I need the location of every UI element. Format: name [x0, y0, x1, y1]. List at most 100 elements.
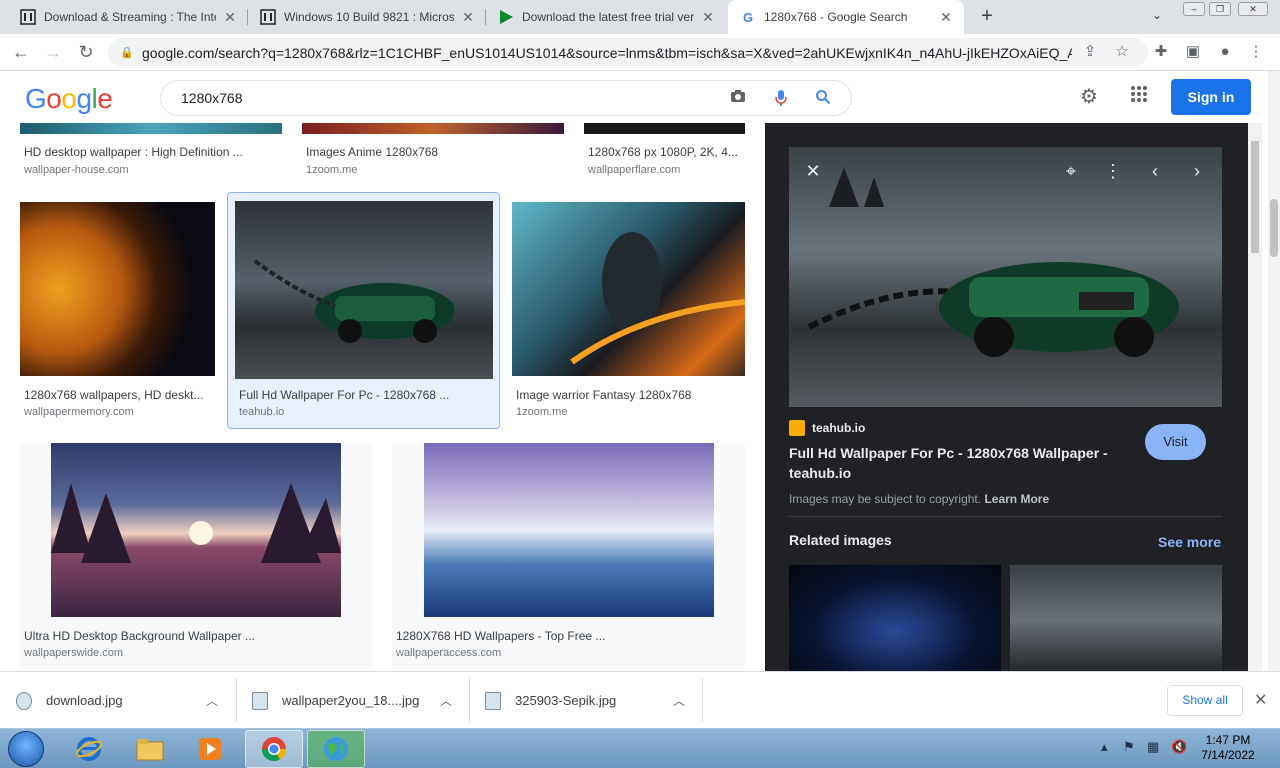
chevron-up-icon[interactable]: ︿ — [673, 692, 685, 709]
result-card[interactable]: 1280X768 HD Wallpapers - Top Free ... wa… — [392, 443, 745, 668]
settings-gear-icon[interactable]: ⚙ — [1077, 85, 1101, 109]
apps-grid-icon[interactable] — [1127, 85, 1151, 109]
result-card[interactable]: Image warrior Fantasy 1280x768 1zoom.me — [512, 202, 745, 427]
minimize-icon[interactable]: – — [1183, 2, 1205, 16]
download-item[interactable]: wallpaper2you_18....jpg ︿ — [252, 672, 468, 729]
show-hidden-icons[interactable]: ▴ — [1101, 739, 1108, 755]
site-favicon-icon — [789, 420, 805, 436]
scrollbar-thumb[interactable] — [1251, 141, 1259, 253]
file-explorer-icon[interactable] — [121, 730, 179, 768]
tab-search-icon[interactable]: ⌄ — [1152, 8, 1162, 22]
search-box[interactable]: 1280x768 — [160, 80, 852, 116]
file-icon — [252, 691, 268, 710]
reload-icon[interactable]: ↻ — [74, 41, 98, 65]
bookmark-star-icon[interactable]: ☆ — [1112, 42, 1132, 62]
visit-button[interactable]: Visit — [1145, 424, 1206, 460]
browser-toolbar: ← → ↻ 🔒 google.com/search?q=1280x768&rlz… — [0, 34, 1280, 71]
image-preview-panel: ✕ ⌖ ⋮ ‹ › teahub.io Full Hd Wallpaper Fo… — [765, 123, 1248, 671]
microphone-icon[interactable] — [771, 89, 791, 109]
close-tab-icon[interactable]: ✕ — [938, 9, 954, 26]
system-clock[interactable]: 1:47 PM 7/14/2022 — [1196, 733, 1260, 763]
divider — [236, 678, 237, 722]
internet-explorer-icon[interactable] — [60, 730, 118, 768]
result-card[interactable]: HD desktop wallpaper : High Definition .… — [20, 123, 282, 183]
chevron-up-icon[interactable]: ︿ — [440, 692, 452, 709]
related-images-heading: Related images — [789, 532, 892, 548]
close-tab-icon[interactable]: ✕ — [222, 9, 238, 26]
result-thumbnail[interactable] — [51, 443, 341, 617]
lock-icon: 🔒 — [120, 47, 134, 59]
tab-google-search[interactable]: G 1280x768 - Google Search ✕ — [728, 0, 964, 34]
result-thumbnail[interactable] — [512, 202, 745, 376]
close-tab-icon[interactable]: ✕ — [700, 9, 716, 26]
file-icon — [485, 691, 501, 710]
previous-icon[interactable]: ‹ — [1141, 157, 1169, 185]
result-thumbnail[interactable] — [302, 123, 564, 134]
visual-search-icon[interactable]: ⌖ — [1057, 157, 1085, 185]
related-image[interactable] — [1010, 565, 1222, 671]
preview-image[interactable] — [789, 147, 1222, 407]
copyright-notice: Images may be subject to copyright. Lear… — [789, 492, 1050, 506]
extensions-icon[interactable]: ✚ — [1151, 42, 1171, 62]
close-tab-icon[interactable]: ✕ — [460, 9, 476, 26]
globe-app-icon[interactable] — [307, 730, 365, 768]
back-icon[interactable]: ← — [9, 41, 33, 65]
see-more-link[interactable]: See more — [1158, 534, 1221, 550]
sign-in-button[interactable]: Sign in — [1171, 79, 1251, 115]
result-thumbnail[interactable] — [235, 201, 493, 379]
action-center-flag-icon[interactable]: ⚑ — [1123, 739, 1135, 755]
result-card[interactable]: 1280x768 wallpapers, HD deskt... wallpap… — [20, 202, 215, 427]
tab-download-trial[interactable]: Download the latest free trial ver ✕ — [486, 0, 726, 34]
download-item[interactable]: 325903-Sepik.jpg ︿ — [485, 672, 701, 729]
result-card-selected[interactable]: Full Hd Wallpaper For Pc - 1280x768 ... … — [227, 192, 500, 429]
media-player-icon[interactable] — [181, 730, 239, 768]
close-preview-icon[interactable]: ✕ — [799, 157, 827, 185]
forward-icon[interactable]: → — [41, 41, 65, 65]
result-card[interactable]: Ultra HD Desktop Background Wallpaper ..… — [20, 443, 372, 668]
archive-icon — [260, 9, 276, 25]
result-card[interactable]: 1280x768 px 1080P, 2K, 4... wallpaperfla… — [584, 123, 745, 183]
result-thumbnail[interactable] — [584, 123, 745, 134]
google-logo[interactable]: Google — [25, 83, 113, 115]
chrome-icon[interactable] — [245, 730, 303, 768]
close-downloads-icon[interactable]: ✕ — [1254, 690, 1267, 710]
play-icon — [498, 9, 514, 25]
preview-scrollbar[interactable] — [1248, 123, 1262, 671]
related-image[interactable] — [789, 565, 1001, 671]
tab-archive[interactable]: Download & Streaming : The Inte ✕ — [8, 0, 248, 34]
side-panel-icon[interactable]: ▣ — [1183, 42, 1203, 62]
maximize-icon[interactable]: ❐ — [1209, 2, 1231, 16]
network-icon[interactable]: ▦ — [1147, 739, 1159, 755]
menu-dots-icon[interactable]: ⋮ — [1246, 42, 1266, 62]
camera-icon[interactable] — [728, 89, 748, 109]
show-all-button[interactable]: Show all — [1167, 685, 1243, 716]
start-button-icon[interactable] — [8, 731, 44, 767]
file-icon — [16, 691, 32, 710]
address-bar[interactable]: 🔒 google.com/search?q=1280x768&rlz=1C1CH… — [108, 38, 1148, 67]
search-icon[interactable] — [813, 89, 833, 109]
page-scrollbar[interactable] — [1268, 71, 1280, 671]
downloads-bar: download.jpg ︿ wallpaper2you_18....jpg ︿… — [0, 671, 1280, 728]
windows-taskbar: ▴ ⚑ ▦ 🔇 1:47 PM 7/14/2022 — [0, 728, 1280, 768]
close-window-icon[interactable]: ✕ — [1238, 2, 1268, 16]
download-item[interactable]: download.jpg ︿ — [16, 672, 236, 729]
image-results-grid: HD desktop wallpaper : High Definition .… — [0, 123, 765, 671]
new-tab-button[interactable]: + — [976, 6, 998, 28]
preview-title[interactable]: Full Hd Wallpaper For Pc - 1280x768 Wall… — [789, 443, 1129, 483]
chevron-up-icon[interactable]: ︿ — [206, 692, 218, 709]
tab-windows10[interactable]: Windows 10 Build 9821 : Microso ✕ — [248, 0, 486, 34]
preview-source[interactable]: teahub.io — [789, 420, 865, 436]
tab-strip: Download & Streaming : The Inte ✕ Window… — [0, 0, 1280, 34]
divider — [469, 678, 470, 722]
volume-muted-icon[interactable]: 🔇 — [1171, 739, 1187, 755]
result-card[interactable]: Images Anime 1280x768 1zoom.me — [302, 123, 564, 183]
result-thumbnail[interactable] — [20, 123, 282, 134]
more-options-icon[interactable]: ⋮ — [1099, 157, 1127, 185]
next-icon[interactable]: › — [1183, 157, 1211, 185]
scrollbar-thumb[interactable] — [1270, 199, 1278, 257]
profile-icon[interactable]: ● — [1215, 42, 1235, 62]
result-thumbnail[interactable] — [424, 443, 714, 617]
learn-more-link[interactable]: Learn More — [984, 492, 1049, 506]
share-icon[interactable]: ⇪ — [1080, 42, 1100, 62]
result-thumbnail[interactable] — [20, 202, 215, 376]
